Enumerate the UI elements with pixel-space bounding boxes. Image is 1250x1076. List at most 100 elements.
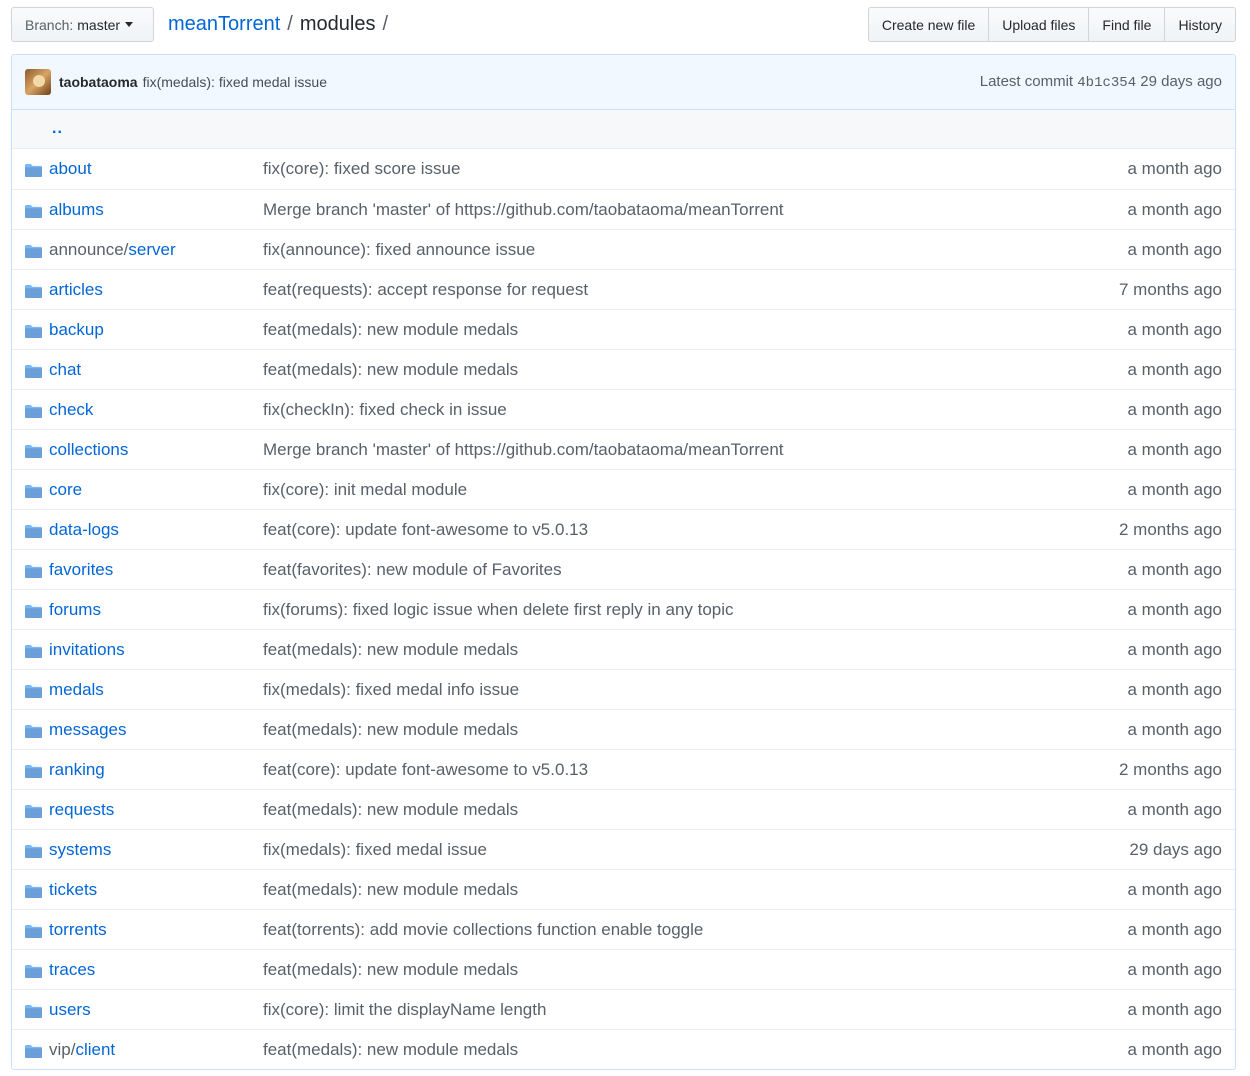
folder-icon [25,523,42,538]
directory-link[interactable]: users [49,1000,91,1020]
directory-name: collections [49,440,129,459]
directory-name: messages [49,720,127,739]
commit-age: a month ago [1127,880,1222,899]
directory-link[interactable]: articles [49,280,103,300]
directory-link[interactable]: announce/server [49,240,176,260]
table-row: check fix(checkIn): fixed check in issue a… [12,389,1235,429]
folder-icon [25,763,42,778]
commit-message-link[interactable]: feat(favorites): new module of Favorites [263,560,562,580]
directory-link[interactable]: check [49,400,93,420]
table-row: medals fix(medals): fixed medal info issu… [12,669,1235,709]
commit-message-link[interactable]: fix(forums): fixed logic issue when dele… [263,600,734,620]
table-row: forums fix(forums): fixed logic issue whe… [12,589,1235,629]
commit-message-link[interactable]: Merge branch 'master' of https://github.… [263,200,784,220]
branch-select-button[interactable]: Branch: master [11,7,154,42]
table-row: core fix(core): init medal module a month … [12,469,1235,509]
directory-name: about [49,159,92,178]
commit-age: a month ago [1127,560,1222,579]
table-row: backup feat(medals): new module medals a m… [12,309,1235,349]
commit-age: a month ago [1127,640,1222,659]
table-row: articles feat(requests): accept response … [12,269,1235,309]
commit-message-link[interactable]: feat(core): update font-awesome to v5.0.… [263,520,588,540]
upload-files-button[interactable]: Upload files [988,7,1090,42]
directory-link[interactable]: tickets [49,880,97,900]
table-row: albums Merge branch 'master' of https://g… [12,189,1235,229]
commit-message-link[interactable]: fix(medals): fixed medal issue [143,74,327,90]
commit-message-link[interactable]: feat(medals): new module medals [263,1040,518,1060]
table-row: ranking feat(core): update font-awesome t… [12,749,1235,789]
commit-message-link[interactable]: fix(checkIn): fixed check in issue [263,400,507,420]
table-row: messages feat(medals): new module medals a… [12,709,1235,749]
directory-link[interactable]: albums [49,200,104,220]
commit-message-link[interactable]: feat(medals): new module medals [263,880,518,900]
commit-age: a month ago [1127,480,1222,499]
directory-link[interactable]: messages [49,720,126,740]
commit-message-link[interactable]: feat(medals): new module medals [263,720,518,740]
find-file-button[interactable]: Find file [1088,7,1166,42]
commit-message-link[interactable]: fix(medals): fixed medal info issue [263,680,519,700]
file-rows: about fix(core): fixed score issue a month… [12,149,1235,1069]
commit-message-link[interactable]: fix(medals): fixed medal issue [263,840,487,860]
folder-icon [25,1043,42,1058]
commit-author-link[interactable]: taobataoma [59,74,138,90]
commit-message-link[interactable]: feat(medals): new module medals [263,800,518,820]
directory-link[interactable]: requests [49,800,114,820]
commit-message-link[interactable]: fix(core): fixed score issue [263,159,460,179]
history-button[interactable]: History [1164,7,1236,42]
commit-message-link[interactable]: feat(requests): accept response for requ… [263,280,588,300]
directory-link[interactable]: torrents [49,920,107,940]
directory-link[interactable]: systems [49,840,111,860]
directory-link[interactable]: data-logs [49,520,119,540]
file-navigation: Branch: master meanTorrent / modules / C… [11,7,1236,42]
directory-link[interactable]: core [49,480,82,500]
directory-link[interactable]: invitations [49,640,125,660]
commit-message-link[interactable]: feat(medals): new module medals [263,960,518,980]
directory-name: torrents [49,920,107,939]
commit-message-link[interactable]: fix(announce): fixed announce issue [263,240,535,260]
commit-message-link[interactable]: feat(medals): new module medals [263,640,518,660]
table-row: collections Merge branch 'master' of http… [12,429,1235,469]
commit-message-link[interactable]: feat(medals): new module medals [263,360,518,380]
directory-name: tickets [49,880,98,899]
folder-icon [25,443,42,458]
directory-name: data-logs [49,520,119,539]
directory-name: check [49,400,94,419]
directory-link[interactable]: favorites [49,560,113,580]
parent-directory-link[interactable]: .. [52,120,63,138]
directory-link[interactable]: vip/client [49,1040,115,1060]
folder-icon [25,683,42,698]
commit-age: 2 months ago [1118,760,1222,779]
commit-sha-link[interactable]: 4b1c354 [1077,75,1136,91]
commit-message-link[interactable]: feat(medals): new module medals [263,320,518,340]
commit-message-link[interactable]: feat(torrents): add movie collections fu… [263,920,703,940]
breadcrumb: meanTorrent / modules / [168,11,395,38]
folder-icon [25,923,42,938]
commit-age: 2 months ago [1118,520,1222,539]
directory-link[interactable]: forums [49,600,101,620]
directory-name: server [128,240,176,259]
table-row: invitations feat(medals): new module meda… [12,629,1235,669]
folder-icon [25,1003,42,1018]
commit-message-link[interactable]: fix(core): limit the displayName length [263,1000,546,1020]
latest-commit-bar: taobataoma fix(medals): fixed medal issu… [12,55,1235,110]
directory-name: systems [49,840,112,859]
create-new-file-button[interactable]: Create new file [867,7,990,42]
directory-link[interactable]: chat [49,360,81,380]
commit-age: a month ago [1127,200,1222,219]
branch-label: Branch: [25,16,74,33]
commit-message-link[interactable]: fix(core): init medal module [263,480,467,500]
commit-message-link[interactable]: Merge branch 'master' of https://github.… [263,440,784,460]
breadcrumb-repo-link[interactable]: meanTorrent [168,11,280,38]
table-row: torrents feat(torrents): add movie collec… [12,909,1235,949]
folder-icon [25,403,42,418]
directory-link[interactable]: medals [49,680,104,700]
directory-link[interactable]: collections [49,440,128,460]
directory-link[interactable]: backup [49,320,104,340]
avatar[interactable] [25,69,51,95]
directory-link[interactable]: ranking [49,760,105,780]
directory-link[interactable]: traces [49,960,95,980]
directory-link[interactable]: about [49,159,92,179]
commit-message-link[interactable]: feat(core): update font-awesome to v5.0.… [263,760,588,780]
commit-age: a month ago [1127,440,1222,459]
commit-age: a month ago [1127,159,1222,178]
